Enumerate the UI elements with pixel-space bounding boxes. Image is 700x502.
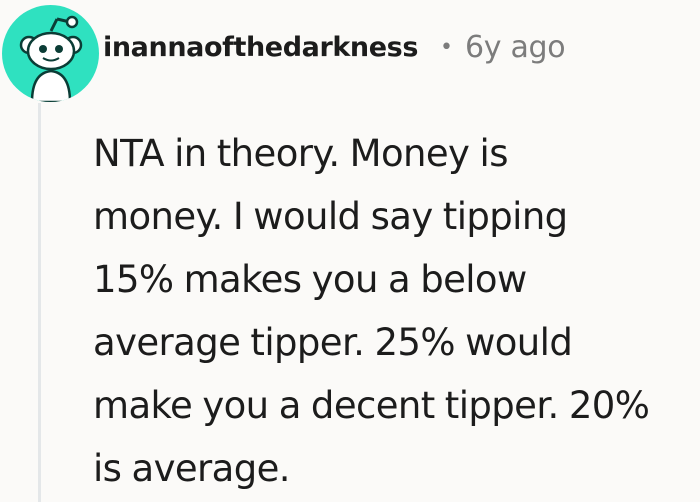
thread-line[interactable] [38,103,41,502]
reddit-snoo-avatar-icon [19,15,83,102]
comment-timestamp: 6y ago [464,29,566,65]
comment-body: NTA in theory. Money is money. I would s… [93,132,650,490]
user-avatar[interactable] [2,5,99,102]
comment-header: inannaofthedarkness • 6y ago [103,22,566,72]
comment: inannaofthedarkness • 6y ago NTA in theo… [0,0,700,502]
meta-separator: • [440,34,453,60]
username-link[interactable]: inannaofthedarkness [103,32,418,63]
